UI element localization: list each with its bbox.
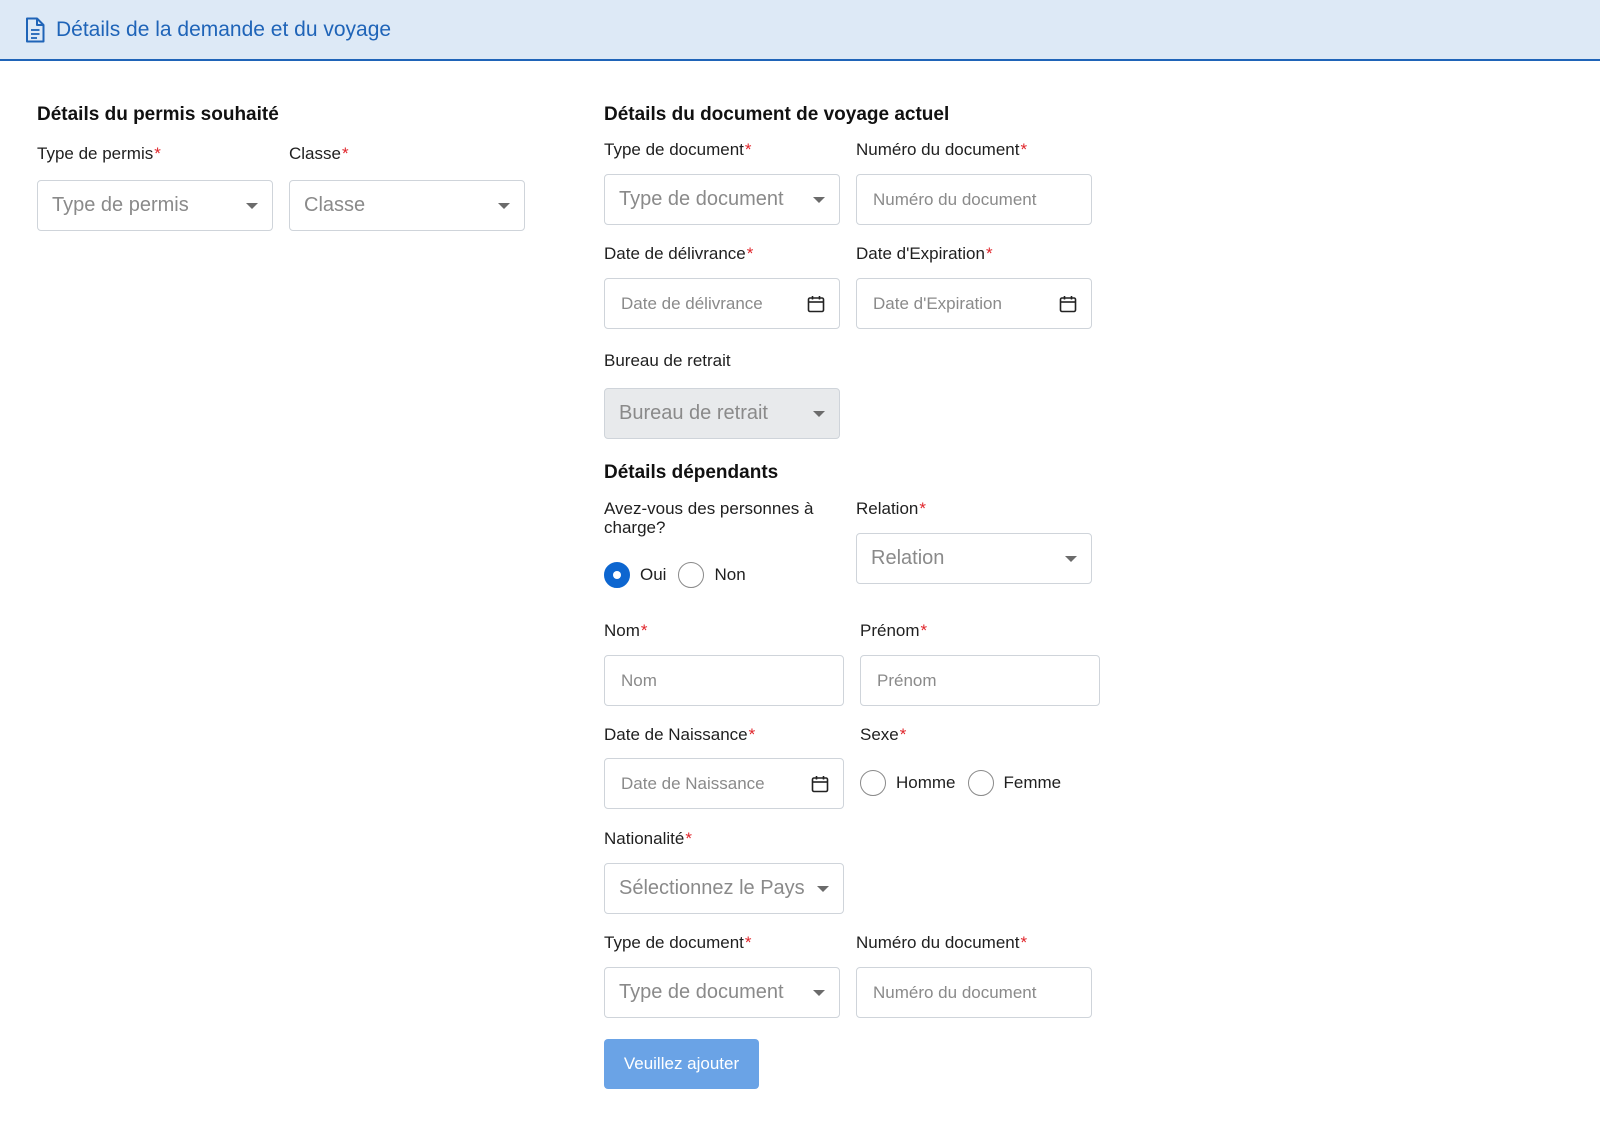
doc-type-select[interactable]: Type de document [604,174,840,225]
office-label: Bureau de retrait [604,351,731,370]
relation-placeholder: Relation [871,547,945,569]
dependants-section-title: Détails dépendants [604,462,779,483]
radio-yes-label: Oui [640,565,667,584]
last-name-label: Nom* [604,621,648,640]
nationality-label: Nationalité* [604,829,692,848]
chevron-down-icon [813,989,825,996]
radio-female-label: Femme [1003,773,1062,792]
permit-class-label: Classe* [289,144,349,163]
sex-radio-group: Homme Femme [860,770,1073,796]
radio-no-label: Non [714,565,746,584]
dependant-doc-number-label: Numéro du document* [856,933,1028,952]
last-name-input[interactable]: Nom [604,655,844,706]
header-title: Détails de la demande et du voyage [56,17,392,41]
dependant-doc-type-placeholder: Type de document [619,981,784,1003]
issue-date-placeholder: Date de délivrance [621,293,763,313]
chevron-down-icon [1065,555,1077,562]
section-header: Détails de la demande et du voyage [0,0,1600,61]
radio-unchecked-icon[interactable] [967,770,994,796]
permit-class-placeholder: Classe [304,194,366,216]
calendar-icon[interactable] [811,775,829,793]
radio-male[interactable]: Homme [860,770,956,796]
relation-select[interactable]: Relation [856,533,1092,584]
dependants-question-label: Avez-vous des personnes à charge? [604,499,814,537]
office-select[interactable]: Bureau de retrait [604,388,840,439]
relation-label: Relation* [856,499,926,518]
first-name-label: Prénom* [860,621,928,640]
permit-type-placeholder: Type de permis [52,194,189,216]
chevron-down-icon [813,410,825,417]
radio-unchecked-icon[interactable] [678,562,705,588]
radio-checked-icon[interactable] [604,562,630,588]
dependant-doc-type-label: Type de document* [604,933,752,952]
doc-number-label: Numéro du document* [856,140,1028,159]
office-placeholder: Bureau de retrait [619,402,768,424]
expiry-date-label: Date d'Expiration* [856,244,993,263]
doc-type-placeholder: Type de document [619,188,784,210]
issue-date-input[interactable]: Date de délivrance [604,278,840,329]
first-name-input[interactable]: Prénom [860,655,1100,706]
calendar-icon[interactable] [1059,295,1077,313]
doc-type-label: Type de document* [604,140,752,159]
dependant-doc-type-select[interactable]: Type de document [604,967,840,1018]
expiry-date-placeholder: Date d'Expiration [873,293,1002,313]
issue-date-label: Date de délivrance* [604,244,754,263]
radio-female[interactable]: Femme [967,770,1062,796]
doc-number-placeholder: Numéro du document [873,189,1037,209]
permit-type-select[interactable]: Type de permis [37,180,273,231]
dob-label: Date de Naissance* [604,725,756,744]
nationality-placeholder: Sélectionnez le Pays [619,877,805,899]
expiry-date-input[interactable]: Date d'Expiration [856,278,1092,329]
first-name-placeholder: Prénom [877,670,937,690]
dependant-doc-number-input[interactable]: Numéro du document [856,967,1092,1018]
permit-type-label: Type de permis* [37,144,161,163]
permit-section-title: Détails du permis souhaité [37,104,279,125]
nationality-select[interactable]: Sélectionnez le Pays [604,863,844,914]
add-dependant-button[interactable]: Veuillez ajouter [604,1039,759,1089]
document-icon [26,17,45,42]
chevron-down-icon [246,202,258,209]
radio-unchecked-icon[interactable] [860,770,886,796]
travel-doc-section-title: Détails du document de voyage actuel [604,104,950,125]
chevron-down-icon [498,202,510,209]
dob-input[interactable]: Date de Naissance [604,758,844,809]
doc-number-input[interactable]: Numéro du document [856,174,1092,225]
chevron-down-icon [817,885,829,892]
last-name-placeholder: Nom [621,670,657,690]
sex-label: Sexe* [860,725,907,744]
radio-male-label: Homme [896,773,956,792]
dob-placeholder: Date de Naissance [621,773,765,793]
radio-yes[interactable]: Oui [604,562,666,588]
permit-class-select[interactable]: Classe [289,180,525,231]
chevron-down-icon [813,196,825,203]
calendar-icon[interactable] [807,295,825,313]
dependant-doc-number-placeholder: Numéro du document [873,982,1037,1002]
radio-no[interactable]: Non [678,562,746,588]
dependants-radio-group: Oui Non [604,562,758,588]
